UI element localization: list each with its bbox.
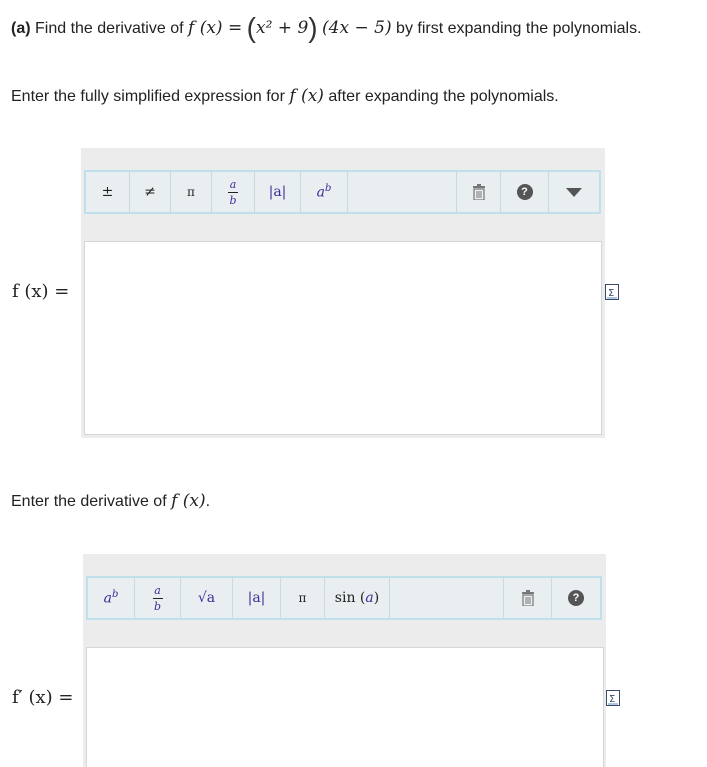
exponent-button[interactable]: ab <box>88 578 135 618</box>
step2-instruction: Enter the derivative of f (x). <box>11 491 211 511</box>
question-suffix: by first expanding the polynomials. <box>396 20 642 37</box>
question-factor1: x² + 9 <box>255 18 309 38</box>
help-button[interactable]: ? <box>552 578 600 618</box>
square-root-button[interactable]: √a <box>181 578 233 618</box>
question-prefix: Find the derivative of <box>35 20 184 37</box>
step1-fx-label: f (x) = <box>12 281 70 302</box>
fraction-button[interactable]: ab <box>135 578 181 618</box>
fraction-button[interactable]: ab <box>212 172 255 212</box>
sine-button[interactable]: sin (a) <box>325 578 390 618</box>
equation-editor-icon[interactable]: Σ <box>605 284 619 300</box>
pi-button[interactable]: π <box>281 578 325 618</box>
absolute-value-button[interactable]: |a| <box>233 578 281 618</box>
dropdown-arrow-icon <box>566 187 582 197</box>
help-icon: ? <box>516 184 533 200</box>
trash-button[interactable] <box>457 172 501 212</box>
step2-fpx-label: f′ (x) = <box>12 687 74 708</box>
question-text: (a) Find the derivative of f (x) = (x² +… <box>11 12 642 43</box>
exponent-button[interactable]: ab <box>301 172 348 212</box>
step1-math-toolbar: ± ≠ π ab |a| ab ? <box>84 170 601 214</box>
svg-text:Σ: Σ <box>609 694 615 705</box>
dropdown-toggle[interactable] <box>549 172 599 212</box>
help-button[interactable]: ? <box>501 172 549 212</box>
not-equal-button[interactable]: ≠ <box>130 172 171 212</box>
step2-math-toolbar: ab ab √a |a| π sin (a) ? <box>86 576 602 620</box>
absolute-value-button[interactable]: |a| <box>255 172 301 212</box>
question-function-lhs: f (x) = <box>188 18 243 38</box>
step1-instruction: Enter the fully simplified expression fo… <box>11 86 559 106</box>
equation-editor-icon[interactable]: Σ <box>606 690 620 706</box>
plus-minus-button[interactable]: ± <box>86 172 130 212</box>
trash-icon <box>521 590 534 606</box>
step2-answer-input[interactable] <box>86 647 604 767</box>
question-factor2: (4x − 5) <box>322 18 392 38</box>
svg-text:Σ: Σ <box>608 288 614 299</box>
help-icon: ? <box>568 590 584 606</box>
trash-icon <box>472 184 485 200</box>
step1-answer-input[interactable] <box>84 241 602 435</box>
pi-button[interactable]: π <box>171 172 212 212</box>
question-part: (a) <box>11 20 31 37</box>
trash-button[interactable] <box>504 578 552 618</box>
